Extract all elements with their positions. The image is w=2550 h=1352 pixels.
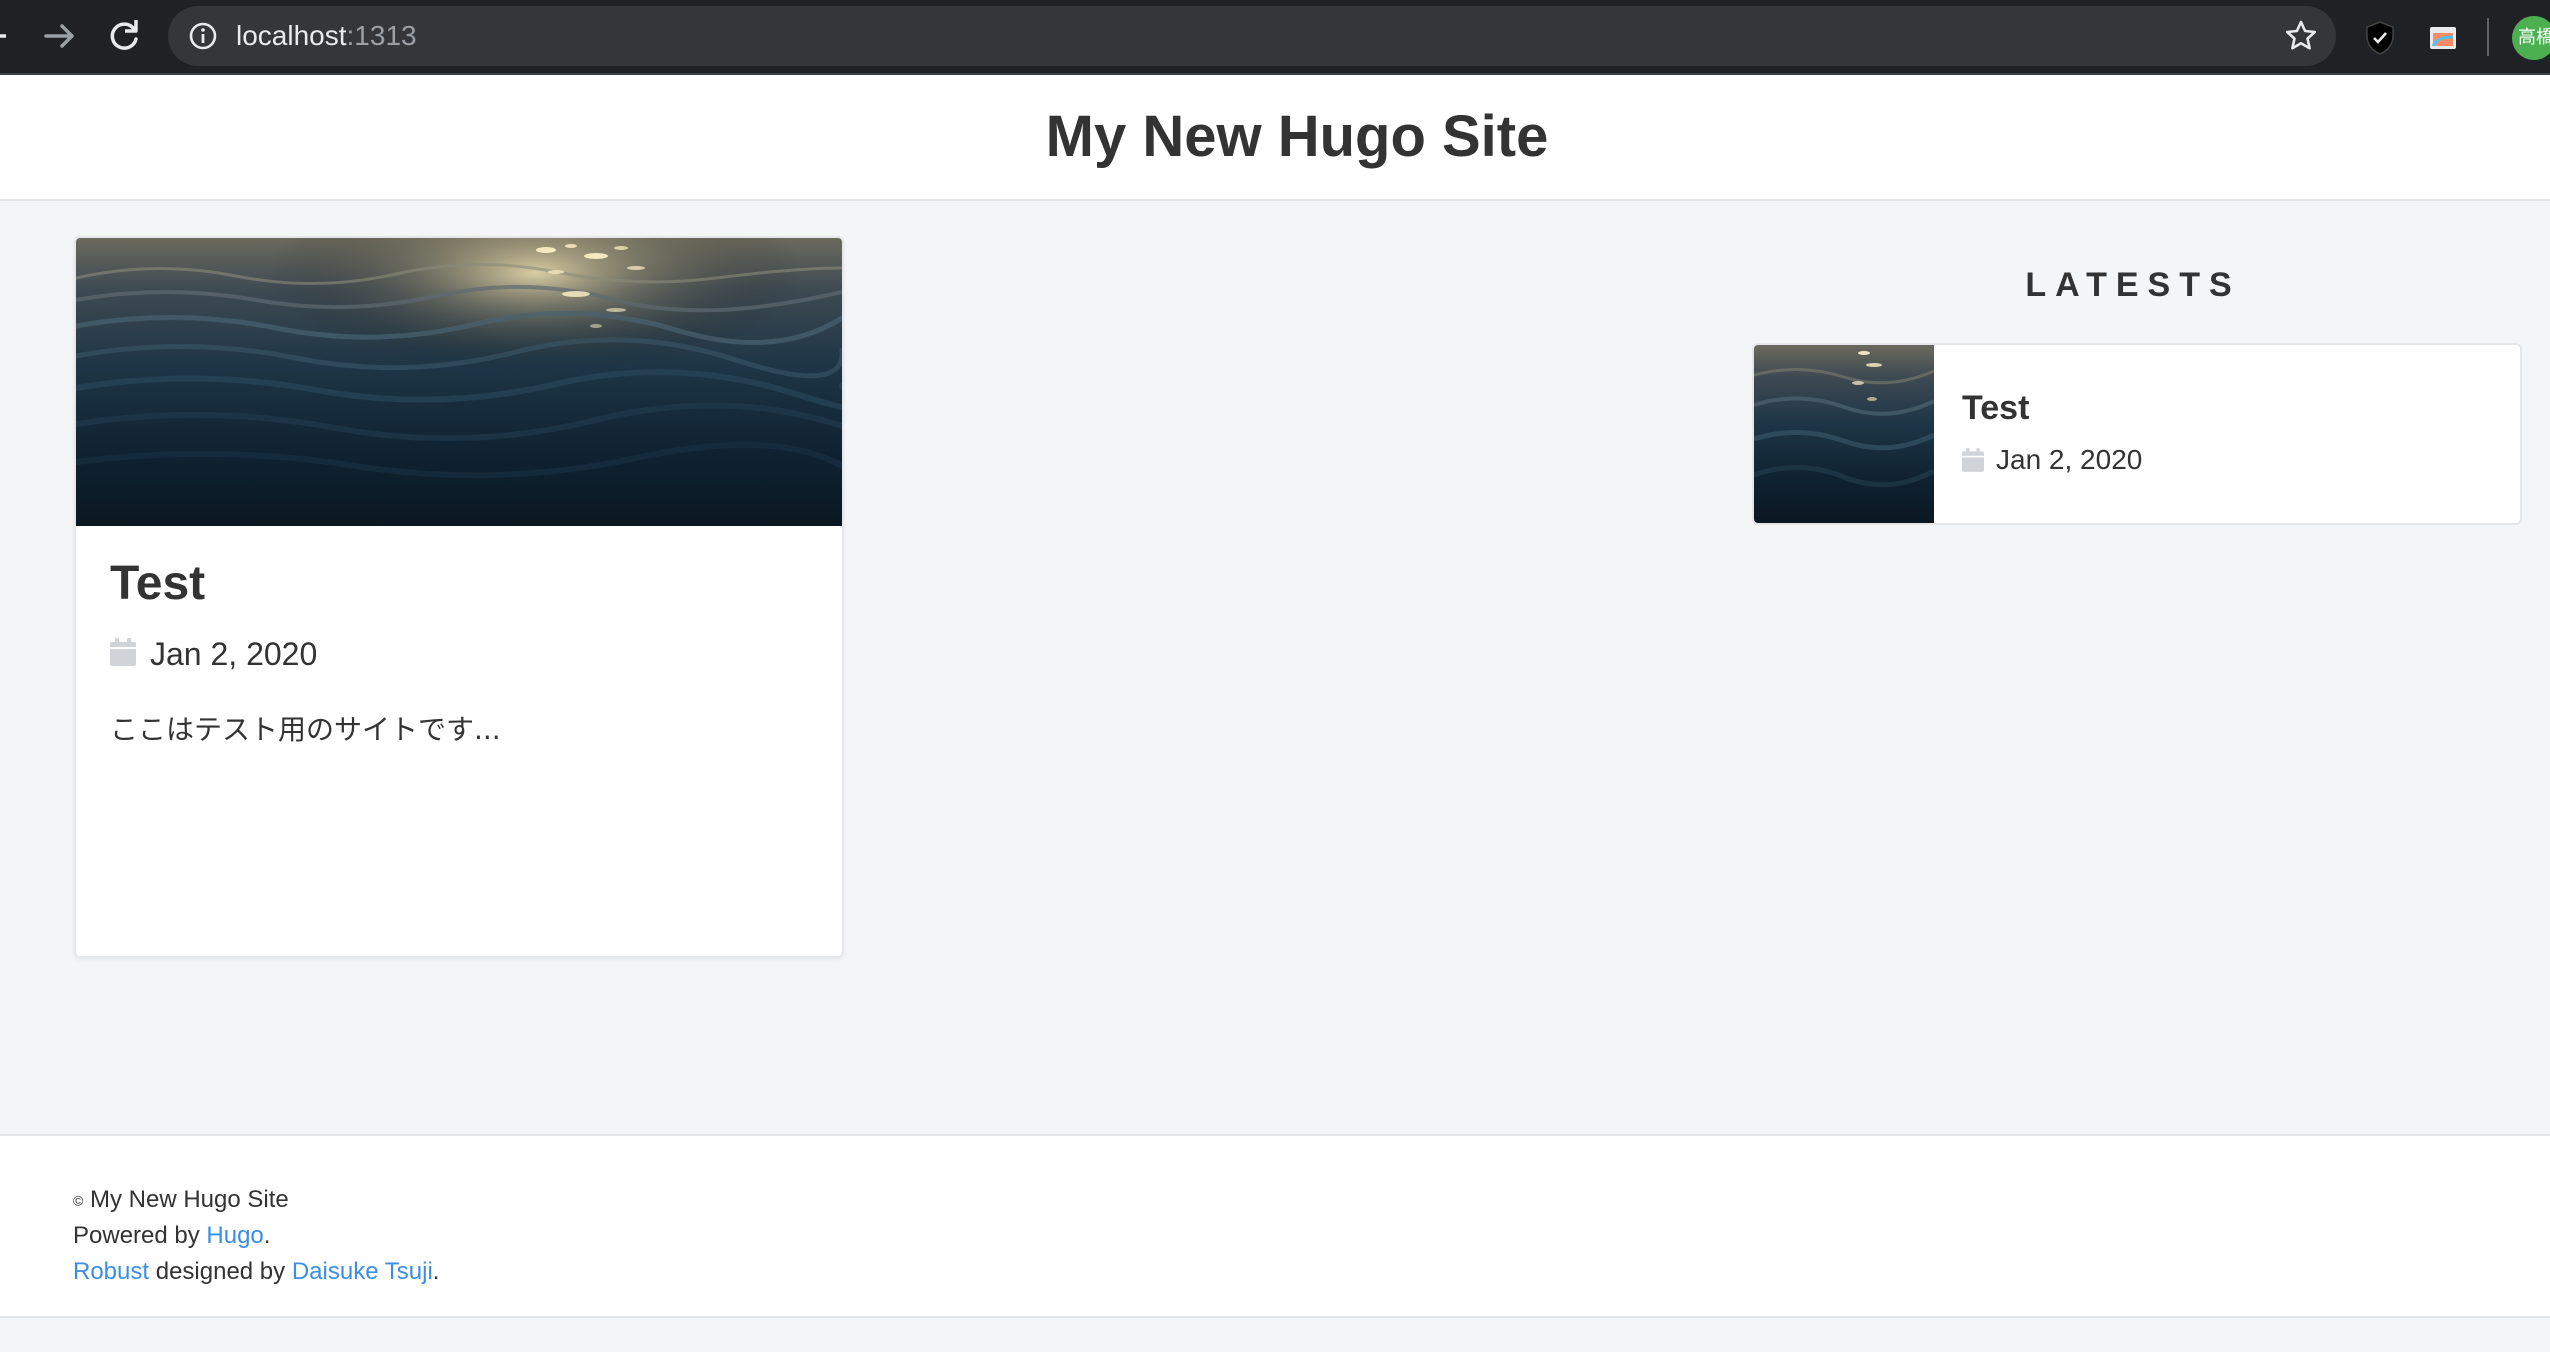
- calendar-icon: [110, 638, 136, 666]
- post-card[interactable]: Test Jan 2, 2020 ここはテスト用のサイトです...: [74, 236, 844, 958]
- bookmark-star-icon[interactable]: [2284, 19, 2318, 53]
- footer-powered-by: Powered by Hugo.: [73, 1222, 270, 1250]
- post-summary: ここはテスト用のサイトです...: [110, 713, 501, 746]
- period: .: [432, 1258, 440, 1285]
- site-title[interactable]: My New Hugo Site: [0, 75, 2550, 199]
- latest-post-date: Jan 2, 2020: [1996, 444, 2143, 475]
- site-footer: © My New Hugo Site Powered by Hugo. Robu…: [0, 1134, 2550, 1318]
- latests-heading: LATESTS: [2025, 266, 2241, 304]
- post-date: Jan 2, 2020: [150, 636, 318, 672]
- info-icon[interactable]: [188, 21, 218, 51]
- post-title[interactable]: Test: [110, 556, 205, 611]
- cast-extension-icon[interactable]: [2423, 18, 2463, 58]
- footer-copyright: © My New Hugo Site: [73, 1186, 289, 1214]
- copyright-text: My New Hugo Site: [90, 1186, 289, 1213]
- toolbar-divider: [2487, 18, 2489, 56]
- back-arrow-icon[interactable]: [0, 14, 22, 58]
- latest-post-item[interactable]: Test Jan 2, 2020: [1752, 343, 2522, 525]
- robust-theme-link[interactable]: Robust: [73, 1258, 149, 1285]
- site-header: My New Hugo Site: [0, 75, 2550, 201]
- copyright-symbol: ©: [73, 1192, 84, 1209]
- forward-arrow-icon[interactable]: [38, 14, 82, 58]
- shield-extension-icon[interactable]: [2360, 18, 2400, 58]
- address-bar[interactable]: localhost:1313: [168, 6, 2336, 66]
- latest-post-title[interactable]: Test: [1962, 389, 2029, 428]
- footer-theme-credit: Robust designed by Daisuke Tsuji.: [73, 1258, 439, 1286]
- browser-toolbar: localhost:1313 高橋: [0, 0, 2550, 75]
- latest-post-thumbnail[interactable]: [1754, 345, 1934, 523]
- url-text[interactable]: localhost:1313: [236, 6, 417, 66]
- calendar-icon: [1962, 448, 1984, 472]
- powered-by-label: Powered by: [73, 1222, 207, 1249]
- reload-icon[interactable]: [102, 14, 146, 58]
- period: .: [263, 1222, 271, 1249]
- designed-by-label: designed by: [149, 1258, 292, 1285]
- designer-link[interactable]: Daisuke Tsuji: [292, 1258, 433, 1285]
- hugo-link[interactable]: Hugo: [206, 1222, 263, 1249]
- post-thumbnail-image[interactable]: [76, 238, 842, 526]
- profile-avatar[interactable]: 高橋: [2512, 16, 2550, 60]
